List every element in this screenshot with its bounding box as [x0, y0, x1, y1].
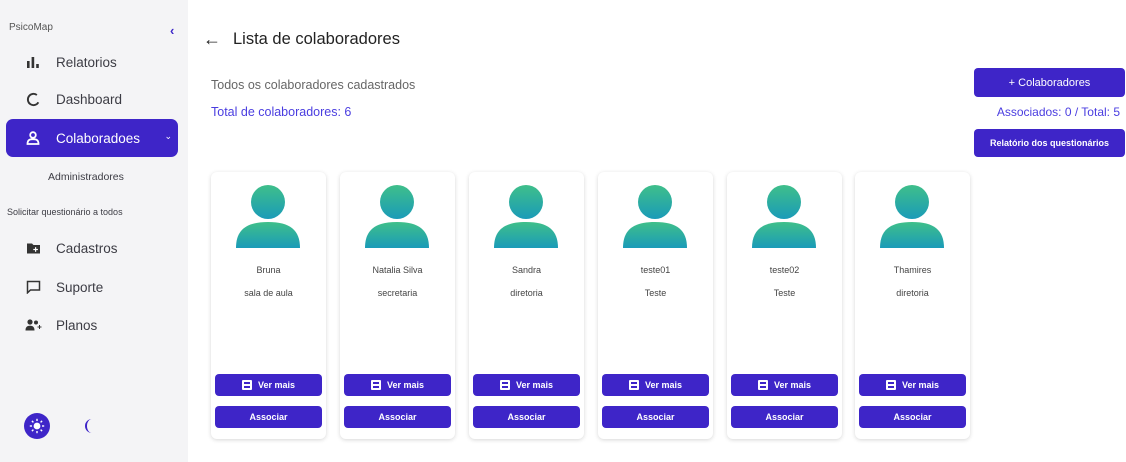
avatar — [365, 185, 429, 248]
associar-button[interactable]: Associar — [344, 406, 451, 428]
ver-mais-button[interactable]: Ver mais — [215, 374, 322, 396]
sidebar-item-label: Relatorios — [56, 54, 117, 70]
solicitar-questionario-link[interactable]: Solicitar questionário a todos — [7, 207, 123, 217]
chevron-down-icon: ⌄ — [164, 131, 172, 141]
page-title: Lista de colaboradores — [233, 30, 400, 48]
colaborador-role: diretoria — [896, 288, 929, 298]
colaborador-role: Teste — [773, 288, 796, 298]
colaborador-name: Bruna — [256, 265, 281, 275]
avatar — [494, 185, 558, 248]
app-brand: PsicoMap — [9, 22, 53, 33]
avatar — [236, 185, 300, 248]
colaborador-role: diretoria — [510, 288, 543, 298]
chat-icon — [22, 276, 44, 298]
ver-mais-label: Ver mais — [515, 380, 554, 390]
avatar — [623, 185, 687, 248]
colaborador-card: Natalia Silva secretaria Ver mais Associ… — [340, 172, 455, 439]
chevron-left-icon[interactable]: ‹ — [170, 24, 182, 38]
add-colaborador-button[interactable]: + Colaboradores — [974, 68, 1125, 97]
sidebar: PsicoMap ‹ Relatorios Dashboard Colabora… — [0, 0, 188, 462]
associar-button[interactable]: Associar — [859, 406, 966, 428]
ver-mais-label: Ver mais — [901, 380, 940, 390]
sidebar-item-label: Colaboradoes — [56, 130, 141, 146]
colaborador-card: Thamires diretoria Ver mais Associar — [855, 172, 970, 439]
sidebar-subitem-administradores[interactable]: Administradores — [48, 171, 124, 183]
colaborador-name: teste01 — [640, 265, 671, 275]
ver-mais-button[interactable]: Ver mais — [731, 374, 838, 396]
associar-button[interactable]: Associar — [731, 406, 838, 428]
sidebar-item-suporte[interactable]: Suporte — [0, 270, 188, 304]
colaborador-card: Sandra diretoria Ver mais Associar — [469, 172, 584, 439]
page-subtitle: Todos os colaboradores cadastrados — [211, 78, 416, 92]
folder-plus-icon — [22, 237, 44, 259]
sidebar-item-dashboard[interactable]: Dashboard — [0, 82, 188, 116]
list-icon — [757, 380, 768, 390]
sidebar-item-label: Suporte — [56, 279, 104, 295]
moon-icon[interactable] — [79, 416, 99, 436]
ver-mais-label: Ver mais — [773, 380, 812, 390]
colaborador-role: Teste — [644, 288, 667, 298]
associar-button[interactable]: Associar — [473, 406, 580, 428]
bar-chart-icon — [22, 51, 44, 73]
ver-mais-button[interactable]: Ver mais — [859, 374, 966, 396]
associated-counter: Associados: 0 / Total: 5 — [996, 105, 1120, 119]
report-questionarios-button[interactable]: Relatório dos questionários — [974, 129, 1125, 157]
sidebar-item-label: Dashboard — [56, 91, 123, 107]
list-icon — [628, 380, 639, 390]
sidebar-item-cadastros[interactable]: Cadastros — [0, 231, 188, 265]
ver-mais-button[interactable]: Ver mais — [473, 374, 580, 396]
colaborador-name: Thamires — [893, 265, 932, 275]
circle-icon — [22, 88, 44, 110]
associar-button[interactable]: Associar — [215, 406, 322, 428]
colaborador-role: secretaria — [377, 288, 418, 298]
colaborador-name: Sandra — [511, 265, 542, 275]
list-icon — [241, 380, 252, 390]
colaborador-name: teste02 — [769, 265, 800, 275]
colaborador-role: sala de aula — [244, 288, 293, 298]
colaborador-card: teste01 Teste Ver mais Associar — [598, 172, 713, 439]
colaborador-name: Natalia Silva — [372, 265, 423, 275]
sidebar-item-planos[interactable]: Planos — [0, 308, 188, 342]
ver-mais-label: Ver mais — [386, 380, 425, 390]
avatar — [752, 185, 816, 248]
ver-mais-label: Ver mais — [644, 380, 683, 390]
sidebar-item-colaboradoes[interactable]: Colaboradoes ⌄ — [6, 119, 178, 157]
arrow-left-icon[interactable]: ← — [203, 29, 221, 49]
associar-button[interactable]: Associar — [602, 406, 709, 428]
list-icon — [885, 380, 896, 390]
list-icon — [499, 380, 510, 390]
sidebar-item-relatorios[interactable]: Relatorios — [0, 45, 188, 79]
sidebar-item-label: Cadastros — [56, 240, 118, 256]
user-icon — [22, 127, 44, 149]
ver-mais-button[interactable]: Ver mais — [344, 374, 451, 396]
list-icon — [370, 380, 381, 390]
ver-mais-label: Ver mais — [257, 380, 296, 390]
ver-mais-button[interactable]: Ver mais — [602, 374, 709, 396]
sidebar-item-label: Planos — [56, 317, 98, 333]
colaborador-card: teste02 Teste Ver mais Associar — [727, 172, 842, 439]
avatar — [880, 185, 944, 248]
sun-icon[interactable] — [24, 413, 50, 439]
colaborador-card: Bruna sala de aula Ver mais Associar — [211, 172, 326, 439]
user-group-icon — [22, 314, 44, 336]
total-colaboradores: Total de colaboradores: 6 — [211, 105, 352, 119]
